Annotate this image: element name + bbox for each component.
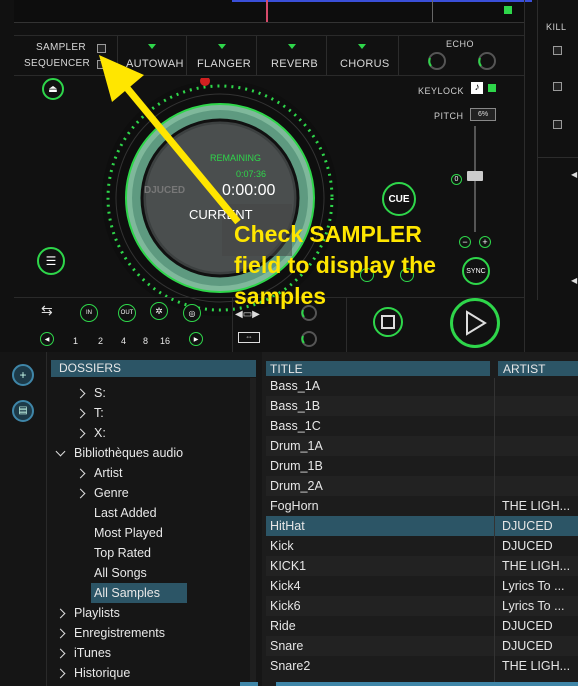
annotation-line-1: Check SAMPLER (234, 221, 422, 247)
tree-item[interactable]: Genre (51, 483, 249, 503)
track-title: Snare (270, 639, 304, 653)
tree-scrollbar[interactable] (250, 378, 256, 686)
tree-item-label: Top Rated (94, 546, 151, 560)
track-row[interactable]: Bass_1B (266, 396, 578, 416)
track-title: Bass_1A (270, 379, 321, 393)
track-artist: THE LIGH... (502, 659, 571, 673)
track-artist: DJUCED (502, 619, 553, 633)
track-row[interactable]: Bass_1C (266, 416, 578, 436)
track-title: Kick (270, 539, 294, 553)
track-row[interactable]: Kick4 Lyrics To ... (266, 576, 578, 596)
track-title: Bass_1C (270, 419, 321, 433)
folders-header: DOSSIERS (51, 360, 256, 377)
tree-item-label: Historique (74, 666, 131, 680)
track-artist: DJUCED (502, 639, 553, 653)
track-title: KICK1 (270, 559, 307, 573)
drive-icon: ▤ (18, 405, 28, 416)
annotation-line-3: samples (234, 283, 327, 309)
tree-item-label: Last Added (94, 506, 157, 520)
track-artist: THE LIGH... (502, 559, 571, 573)
chevron-right-icon[interactable] (55, 608, 66, 619)
track-artist: DJUCED (502, 539, 553, 553)
track-title: HitHat (270, 519, 305, 533)
tree-item-label: Enregistrements (74, 626, 166, 640)
add-icon: + (19, 368, 27, 382)
tree-item-label: All Samples (94, 586, 160, 600)
tree-item[interactable]: Artist (51, 463, 249, 483)
track-artist: Lyrics To ... (502, 599, 565, 613)
chevron-right-icon[interactable] (55, 668, 66, 679)
chevron-right-icon[interactable] (55, 648, 66, 659)
track-title: Ride (270, 619, 296, 633)
tree-item-label: iTunes (74, 646, 112, 660)
annotation-text: Check SAMPLER field to display the sampl… (234, 219, 436, 312)
tree-item[interactable]: Most Played (51, 523, 249, 543)
track-row[interactable]: Bass_1A (266, 376, 578, 396)
chevron-right-icon[interactable] (75, 488, 86, 499)
drive-button[interactable]: ▤ (12, 400, 34, 422)
tree-item[interactable]: All Samples (91, 583, 187, 603)
tree-item[interactable]: iTunes (51, 643, 249, 663)
track-row[interactable]: Kick DJUCED (266, 536, 578, 556)
tree-item[interactable]: Playlists (51, 603, 249, 623)
track-row[interactable]: Drum_2A (266, 476, 578, 496)
track-list: Bass_1A Bass_1B Bass_1C Drum_1A Drum_1B Drum_… (266, 376, 578, 686)
tree-item-label: Bibliothèques audio (74, 446, 184, 460)
tree-item-label: S: (94, 386, 106, 400)
track-row[interactable]: HitHat DJUCED (266, 516, 578, 536)
track-row[interactable]: Ride DJUCED (266, 616, 578, 636)
track-row[interactable]: FogHorn THE LIGH... (266, 496, 578, 516)
track-title: Snare2 (270, 659, 311, 673)
tree-item[interactable]: Historique (51, 663, 249, 683)
track-title: Drum_1B (270, 459, 323, 473)
track-artist: Lyrics To ... (502, 579, 565, 593)
track-title: Drum_2A (270, 479, 323, 493)
track-artist: DJUCED (502, 519, 553, 533)
track-artist: THE LIGH... (502, 499, 571, 513)
tree-item[interactable]: All Songs (51, 563, 249, 583)
track-row[interactable]: Drum_1B (266, 456, 578, 476)
tree-hscrollbar[interactable] (240, 682, 258, 686)
tree-item-label: Most Played (94, 526, 163, 540)
tree-item[interactable]: Enregistrements (51, 623, 249, 643)
tree-item-label: All Songs (94, 566, 147, 580)
track-title: Bass_1B (270, 399, 321, 413)
folder-tree: S: T: X: Bibliothèques audio Artist Genre Last… (51, 383, 249, 683)
tree-item[interactable]: Top Rated (51, 543, 249, 563)
add-to-sampler-button[interactable]: + (12, 364, 34, 386)
track-row[interactable]: Snare DJUCED (266, 636, 578, 656)
track-title: Kick4 (270, 579, 301, 593)
tree-item-label: X: (94, 426, 106, 440)
track-row[interactable]: Drum_1A (266, 436, 578, 456)
track-row[interactable]: KICK1 THE LIGH... (266, 556, 578, 576)
chevron-right-icon[interactable] (55, 628, 66, 639)
tree-item-label: T: (94, 406, 104, 420)
tree-item[interactable]: X: (51, 423, 249, 443)
chevron-right-icon[interactable] (75, 428, 86, 439)
chevron-right-icon[interactable] (75, 388, 86, 399)
music-browser: + ▤ DOSSIERS S: T: X: Bibliothèques audio Ar… (0, 352, 578, 686)
annotation-line-2: field to display the (234, 252, 436, 278)
tree-item-label: Artist (94, 466, 123, 480)
tree-item-label: Playlists (74, 606, 120, 620)
track-title: Kick6 (270, 599, 301, 613)
track-title: FogHorn (270, 499, 319, 513)
horizontal-scrollbar[interactable] (276, 682, 578, 686)
chevron-right-icon[interactable] (75, 468, 86, 479)
chevron-down-icon[interactable] (55, 446, 66, 457)
tree-item-label: Genre (94, 486, 129, 500)
tree-item[interactable]: T: (51, 403, 249, 423)
chevron-right-icon[interactable] (75, 408, 86, 419)
track-row[interactable]: Kick6 Lyrics To ... (266, 596, 578, 616)
track-title: Drum_1A (270, 439, 323, 453)
tree-item[interactable]: S: (51, 383, 249, 403)
tree-item[interactable]: Last Added (51, 503, 249, 523)
track-row[interactable]: Snare2 THE LIGH... (266, 656, 578, 676)
tree-item[interactable]: Bibliothèques audio (51, 443, 249, 463)
